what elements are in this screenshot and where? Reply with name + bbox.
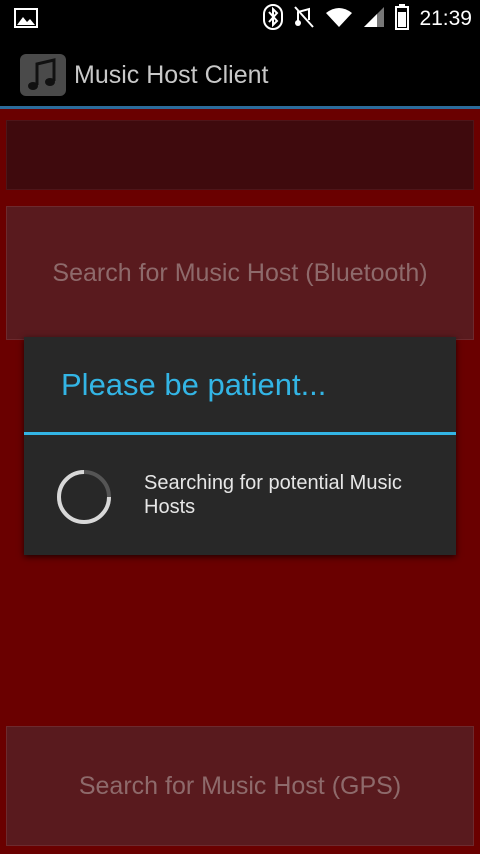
dialog-title: Please be patient... (61, 367, 327, 402)
signal-icon (363, 6, 385, 33)
wifi-icon (325, 6, 353, 33)
bluetooth-icon (263, 3, 284, 35)
clock: 21:39 (419, 7, 472, 30)
action-bar: Music Host Client (0, 38, 480, 106)
search-bluetooth-button[interactable]: Search for Music Host (Bluetooth) (6, 206, 474, 340)
status-area (6, 120, 474, 190)
dialog-divider (24, 432, 456, 435)
dialog-message: Searching for potential Music Hosts (144, 472, 402, 518)
loading-spinner-icon (56, 469, 112, 525)
app-title: Music Host Client (74, 61, 269, 89)
search-gps-button[interactable]: Search for Music Host (GPS) (6, 726, 474, 846)
status-bar: 21:39 (0, 0, 480, 38)
muted-icon (293, 5, 315, 34)
music-note-icon[interactable] (20, 54, 66, 96)
battery-icon (395, 3, 410, 35)
progress-dialog: Please be patient... Searching for poten… (24, 337, 456, 555)
picture-notification-icon (14, 8, 38, 33)
